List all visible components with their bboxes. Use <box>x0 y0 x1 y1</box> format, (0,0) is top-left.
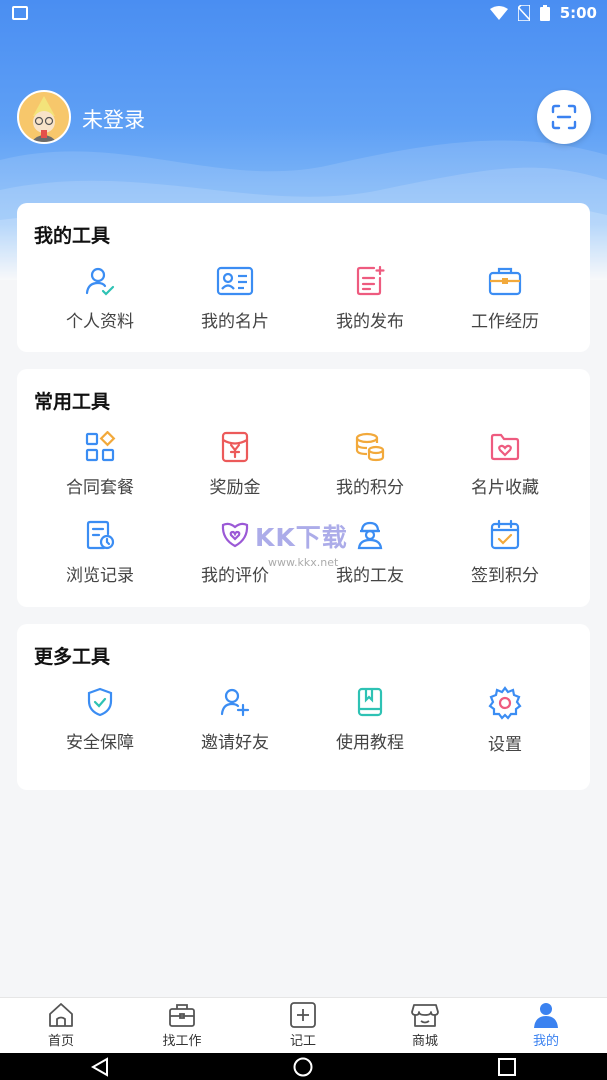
tab-store[interactable]: 商城 <box>385 1002 465 1049</box>
flower-heart-icon <box>221 522 249 548</box>
tab-mine[interactable]: 我的 <box>506 1002 586 1049</box>
id-card-icon <box>216 266 254 296</box>
tool-business-card[interactable]: 我的名片 <box>170 265 300 332</box>
login-status[interactable]: 未登录 <box>82 104 145 134</box>
recents-icon[interactable] <box>497 1057 517 1077</box>
scan-button[interactable] <box>537 90 591 144</box>
system-navigation-bar <box>0 1053 607 1080</box>
bottom-tab-bar: 首页 找工作 记工 商城 我的 <box>0 997 607 1053</box>
tool-settings[interactable]: 设置 <box>440 686 570 755</box>
tool-contract-plan[interactable]: 合同套餐 <box>35 431 165 498</box>
my-tools-title: 我的工具 <box>34 225 111 247</box>
shield-check-icon <box>87 687 113 717</box>
briefcase-icon <box>169 1004 195 1027</box>
tool-my-posts[interactable]: 我的发布 <box>305 265 435 332</box>
back-icon[interactable] <box>90 1057 110 1077</box>
tab-record-work[interactable]: 记工 <box>263 1002 343 1049</box>
coins-icon <box>355 432 385 462</box>
plus-square-icon <box>290 1002 316 1028</box>
tool-card-favorites[interactable]: 名片收藏 <box>440 431 570 498</box>
watermark-url: www.kkx.net <box>268 556 339 569</box>
common-tools-card: 常用工具 合同套餐 奖励金 我的积分 名片收藏 浏览记录 我的评价 我的工友 签… <box>17 369 590 607</box>
briefcase-icon <box>488 267 522 296</box>
tool-security[interactable]: 安全保障 <box>35 686 165 753</box>
tab-home[interactable]: 首页 <box>21 1002 101 1049</box>
tool-checkin-points[interactable]: 签到积分 <box>440 519 570 586</box>
battery-icon <box>539 5 550 21</box>
more-tools-title: 更多工具 <box>34 646 111 668</box>
avatar[interactable] <box>17 90 71 144</box>
home-icon <box>49 1003 73 1027</box>
tool-profile[interactable]: 个人资料 <box>35 265 165 332</box>
avatar-character-icon <box>31 96 57 142</box>
user-check-icon <box>85 267 115 296</box>
tool-points[interactable]: 我的积分 <box>305 431 435 498</box>
scan-icon <box>551 104 577 130</box>
status-time: 5:00 <box>559 4 597 22</box>
tab-find-job[interactable]: 找工作 <box>142 1002 222 1049</box>
user-icon <box>534 1003 558 1028</box>
calendar-check-icon <box>490 519 520 550</box>
home-circle-icon[interactable] <box>293 1057 313 1077</box>
document-add-icon <box>356 265 385 296</box>
status-bar: 5:00 <box>0 0 607 30</box>
folder-heart-icon <box>490 433 520 461</box>
tool-reward[interactable]: 奖励金 <box>170 431 300 498</box>
tool-work-history[interactable]: 工作经历 <box>440 265 570 332</box>
tool-invite-friends[interactable]: 邀请好友 <box>170 686 300 753</box>
history-document-icon <box>86 520 115 550</box>
tool-browse-history[interactable]: 浏览记录 <box>35 519 165 586</box>
gear-icon <box>488 686 522 720</box>
no-sim-icon <box>517 5 530 21</box>
watermark-logo: KK下载 <box>255 523 348 552</box>
image-notification-icon <box>12 6 28 20</box>
apps-grid-icon <box>85 431 116 462</box>
red-envelope-icon <box>221 431 249 463</box>
store-icon <box>411 1004 439 1027</box>
user-add-icon <box>220 688 250 717</box>
worker-helmet-icon <box>357 521 383 550</box>
book-bookmark-icon <box>357 687 383 717</box>
more-tools-card: 更多工具 安全保障 邀请好友 使用教程 设置 <box>17 624 590 790</box>
wifi-icon <box>489 6 508 20</box>
common-tools-title: 常用工具 <box>34 391 111 413</box>
my-tools-card: 我的工具 个人资料 我的名片 我的发布 工作经历 <box>17 203 590 352</box>
tool-tutorial[interactable]: 使用教程 <box>305 686 435 753</box>
